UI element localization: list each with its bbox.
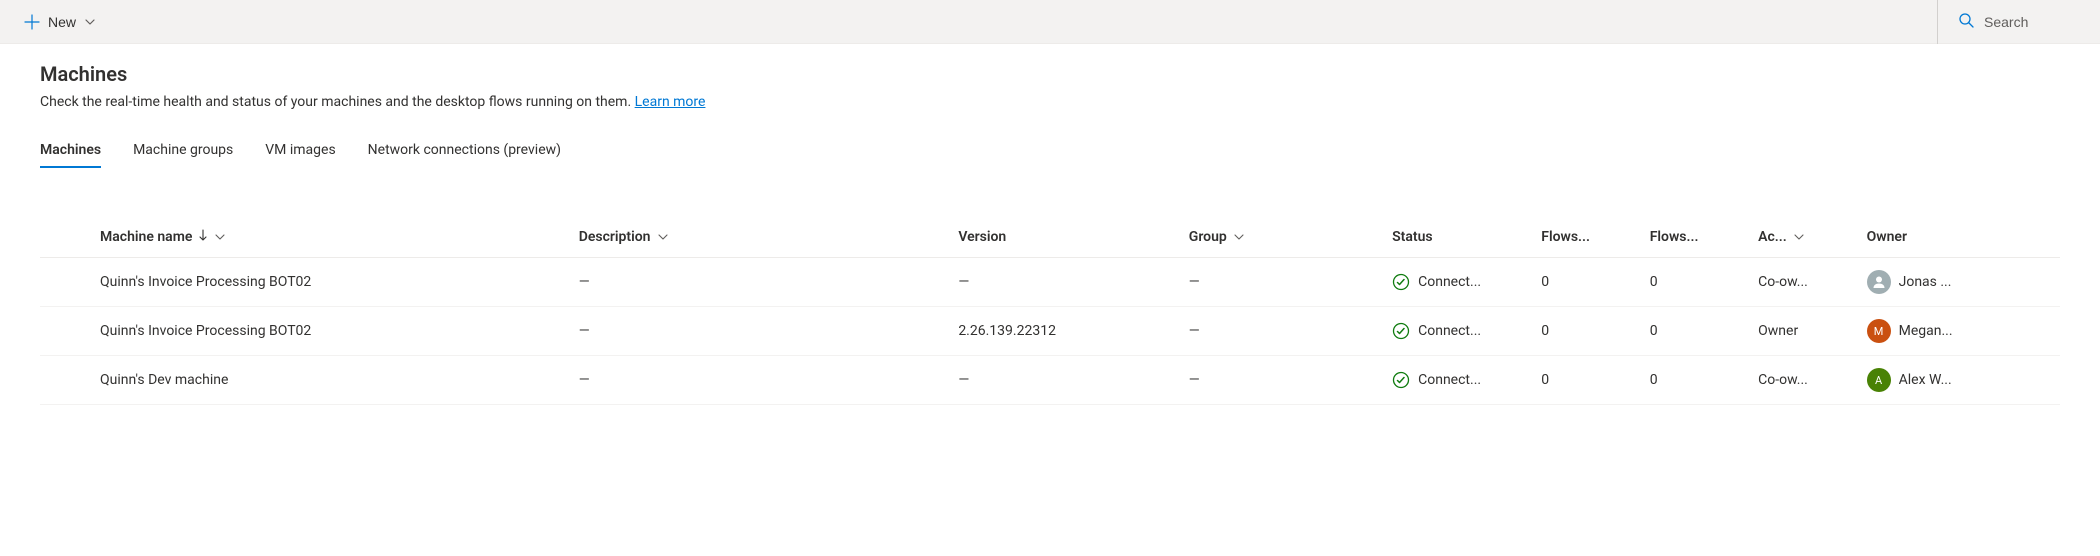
table-header-row: Machine name Description <box>40 217 2060 258</box>
search-input[interactable] <box>1984 14 2084 30</box>
status-connected-icon <box>1392 273 1410 291</box>
column-header-description[interactable]: Description <box>569 217 949 258</box>
column-label: Owner <box>1867 229 1907 245</box>
avatar: M <box>1867 319 1891 343</box>
owner-cell: Jonas ... <box>1899 274 1952 290</box>
new-button[interactable]: New <box>16 8 104 36</box>
group-cell: — <box>1189 372 1200 388</box>
search-box[interactable] <box>1937 0 2084 44</box>
tab-bar: Machines Machine groups VM images Networ… <box>40 134 2060 169</box>
status-cell: Connect... <box>1418 323 1481 339</box>
machines-table: Machine name Description <box>40 217 2060 405</box>
column-header-group[interactable]: Group <box>1179 217 1382 258</box>
column-header-machine-name[interactable]: Machine name <box>40 217 569 258</box>
column-label: Flows... <box>1650 229 1699 245</box>
column-label: Status <box>1392 229 1432 245</box>
table-row[interactable]: Quinn's Dev machine — — — Connect... 0 0… <box>40 356 2060 405</box>
column-header-status[interactable]: Status <box>1382 217 1531 258</box>
table-row[interactable]: Quinn's Invoice Processing BOT02 — — — C… <box>40 258 2060 307</box>
chevron-down-icon <box>214 231 226 243</box>
flows-queued-cell: 0 <box>1650 323 1658 339</box>
status-connected-icon <box>1392 322 1410 340</box>
access-cell: Owner <box>1758 323 1846 339</box>
table-row[interactable]: Quinn's Invoice Processing BOT02 — 2.26.… <box>40 307 2060 356</box>
chevron-down-icon <box>84 16 96 28</box>
tab-network-connections[interactable]: Network connections (preview) <box>368 134 561 168</box>
chevron-down-icon <box>1793 231 1805 243</box>
tab-machine-groups[interactable]: Machine groups <box>133 134 233 168</box>
column-label: Ac... <box>1758 229 1787 245</box>
column-label: Machine name <box>100 229 192 245</box>
page-content: Machines Check the real-time health and … <box>0 44 2100 405</box>
description-cell: — <box>579 274 590 290</box>
column-header-flows-queued[interactable]: Flows... <box>1640 217 1748 258</box>
status-connected-icon <box>1392 371 1410 389</box>
chevron-down-icon <box>657 231 669 243</box>
machine-name-cell[interactable]: Quinn's Invoice Processing BOT02 <box>100 323 559 339</box>
column-header-access[interactable]: Ac... <box>1748 217 1856 258</box>
plus-icon <box>24 14 40 30</box>
owner-cell: Alex W... <box>1899 372 1952 388</box>
learn-more-link[interactable]: Learn more <box>635 94 706 110</box>
flows-running-cell: 0 <box>1541 372 1549 388</box>
column-label: Description <box>579 229 651 245</box>
page-title: Machines <box>40 62 2060 86</box>
flows-queued-cell: 0 <box>1650 274 1658 290</box>
status-cell: Connect... <box>1418 372 1481 388</box>
column-label: Version <box>958 229 1006 245</box>
flows-running-cell: 0 <box>1541 323 1549 339</box>
sort-down-icon <box>198 229 208 245</box>
avatar <box>1867 270 1891 294</box>
column-header-owner[interactable]: Owner <box>1857 217 2060 258</box>
version-cell: — <box>958 274 969 290</box>
new-button-label: New <box>48 14 76 30</box>
column-header-flows-running[interactable]: Flows... <box>1531 217 1639 258</box>
version-cell: — <box>958 372 969 388</box>
status-cell: Connect... <box>1418 274 1481 290</box>
group-cell: — <box>1189 323 1200 339</box>
tab-machines[interactable]: Machines <box>40 134 101 168</box>
column-label: Flows... <box>1541 229 1590 245</box>
access-cell: Co-ow... <box>1758 372 1846 388</box>
description-cell: — <box>579 372 590 388</box>
search-icon <box>1958 12 1974 32</box>
flows-running-cell: 0 <box>1541 274 1549 290</box>
avatar: A <box>1867 368 1891 392</box>
tab-vm-images[interactable]: VM images <box>265 134 335 168</box>
group-cell: — <box>1189 274 1200 290</box>
column-header-version[interactable]: Version <box>948 217 1178 258</box>
version-cell: 2.26.139.22312 <box>958 323 1056 339</box>
page-subtitle: Check the real-time health and status of… <box>40 94 2060 110</box>
machine-name-cell[interactable]: Quinn's Invoice Processing BOT02 <box>100 274 559 290</box>
column-label: Group <box>1189 229 1227 245</box>
page-subtitle-text: Check the real-time health and status of… <box>40 94 635 110</box>
command-bar: New <box>0 0 2100 44</box>
machine-name-cell[interactable]: Quinn's Dev machine <box>100 372 559 388</box>
access-cell: Co-ow... <box>1758 274 1846 290</box>
description-cell: — <box>579 323 590 339</box>
flows-queued-cell: 0 <box>1650 372 1658 388</box>
owner-cell: Megan... <box>1899 323 1953 339</box>
chevron-down-icon <box>1233 231 1245 243</box>
